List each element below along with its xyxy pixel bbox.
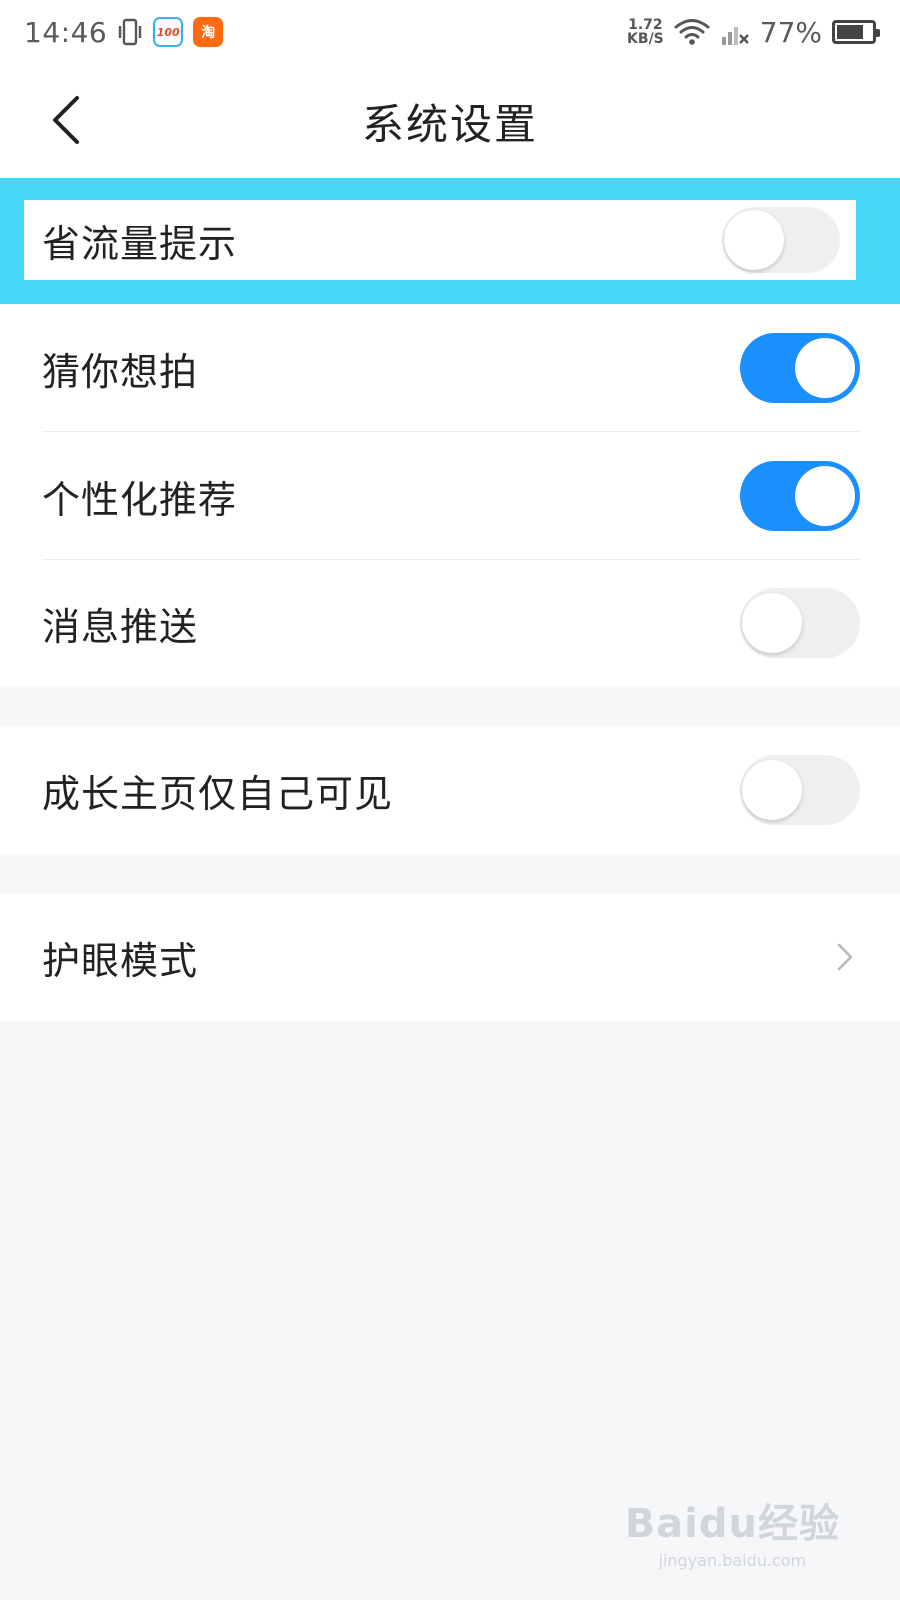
back-button[interactable] (36, 90, 96, 150)
guess-shoot-toggle[interactable] (740, 333, 860, 403)
personalized-toggle[interactable] (740, 461, 860, 531)
battery-percent: 77% (759, 15, 822, 49)
network-speed-value: 1.72 (628, 17, 663, 33)
toggle-knob (742, 593, 802, 653)
vibrate-icon (117, 17, 143, 47)
toggle-knob (795, 338, 855, 398)
setting-row-eye-care[interactable]: 护眼模式 (0, 893, 900, 1021)
status-time: 14:46 (24, 15, 108, 49)
app-notification-icon: 100 (153, 17, 184, 47)
battery-icon (832, 20, 880, 44)
setting-row-push: 消息推送 (0, 560, 900, 686)
toggle-knob (795, 466, 855, 526)
setting-row-guess-shoot: 猜你想拍 (0, 304, 900, 432)
watermark-brand: Baidu经验 (624, 1501, 840, 1547)
setting-row-personalized: 个性化推荐 (0, 432, 900, 560)
nav-bar: 系统设置 (0, 64, 900, 178)
battery-fill (837, 25, 864, 39)
network-speed: 1.72 KB/S (627, 18, 664, 46)
toggle-knob (724, 210, 784, 270)
setting-label: 成长主页仅自己可见 (42, 771, 394, 816)
chevron-right-icon (830, 937, 860, 977)
setting-label: 护眼模式 (42, 938, 199, 983)
page-title: 系统设置 (361, 99, 538, 149)
status-bar: 14:46 100 淘 1.72 KB/S 77% (0, 0, 900, 64)
status-bar-right: 1.72 KB/S 77% (627, 15, 880, 49)
setting-label: 个性化推荐 (42, 477, 238, 522)
push-toggle[interactable] (740, 588, 860, 658)
baidu-watermark: Baidu经验 jingyan.baidu.com (625, 1491, 840, 1570)
setting-label: 消息推送 (42, 604, 199, 649)
toggle-knob (742, 760, 802, 820)
taobao-notification-icon: 淘 (193, 17, 224, 47)
setting-row-save-data: 省流量提示 (24, 200, 856, 280)
cellular-signal-icon (720, 17, 750, 47)
chevron-left-icon (53, 96, 79, 144)
wifi-icon (674, 17, 710, 47)
setting-label: 猜你想拍 (42, 349, 199, 394)
setting-label: 省流量提示 (42, 221, 238, 266)
watermark-url: jingyan.baidu.com (658, 1551, 807, 1570)
setting-row-private-profile: 成长主页仅自己可见 (0, 726, 900, 854)
save-data-toggle[interactable] (722, 207, 840, 273)
status-bar-left: 14:46 100 淘 (24, 15, 224, 49)
network-speed-unit: KB/S (627, 31, 664, 47)
private-profile-toggle[interactable] (740, 755, 860, 825)
